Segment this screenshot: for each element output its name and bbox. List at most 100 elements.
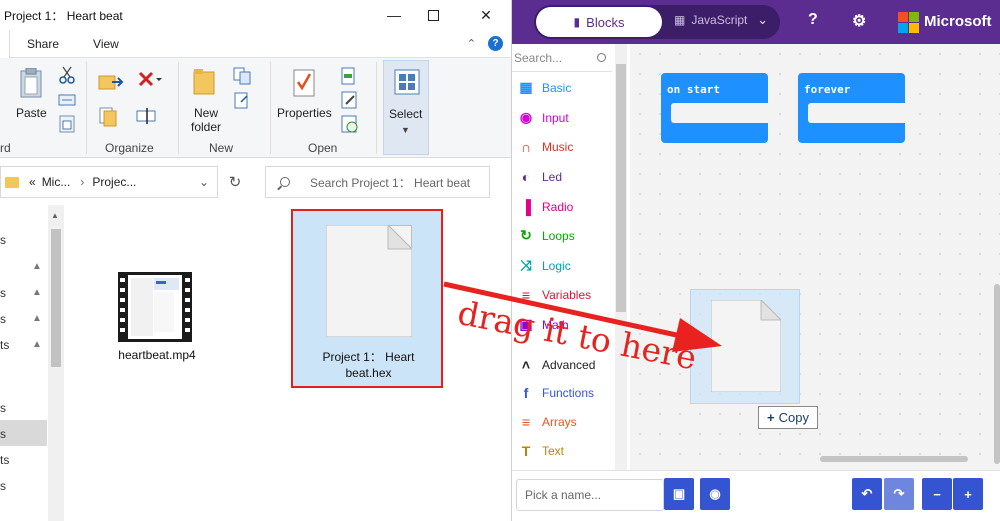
toolbox-category-advanced[interactable]: ˄ Advanced — [512, 350, 612, 379]
properties-icon[interactable] — [292, 68, 316, 98]
toolbox-category-label: Input — [542, 110, 569, 125]
paste-shortcut-icon[interactable] — [59, 115, 75, 133]
new-folder-icon[interactable] — [193, 68, 215, 96]
chevron-down-icon[interactable]: ⌄ — [199, 175, 209, 189]
new-item-icon[interactable] — [232, 66, 258, 86]
workspace-horizontal-scrollbar[interactable] — [820, 456, 968, 462]
dragged-file-ghost — [690, 289, 800, 404]
toolbox-category-basic[interactable]: ▦ Basic — [512, 73, 612, 102]
project-name-input[interactable]: Pick a name... — [516, 479, 664, 511]
nav-item[interactable]: ts — [0, 338, 9, 352]
toolbox-category-led[interactable]: ◐ Led — [512, 162, 612, 191]
toolbox-category-input[interactable]: ◉ Input — [512, 103, 612, 132]
nav-item[interactable]: s — [0, 479, 6, 493]
zoom-out-button[interactable]: − — [922, 478, 952, 510]
toolbox-category-label: Text — [542, 443, 565, 458]
file-name: Project 1： Heart beat.hex — [322, 350, 415, 380]
search-placeholder: Search Project 1： Heart beat — [310, 175, 471, 190]
toolbox-category-label: Led — [542, 169, 563, 184]
nav-item[interactable]: s — [0, 312, 6, 326]
collapse-ribbon-icon[interactable]: ⌃ — [467, 37, 476, 50]
toolbox-category-label: Logic — [542, 258, 571, 273]
github-button[interactable]: ◉ — [700, 478, 730, 510]
paste-icon[interactable] — [20, 67, 42, 98]
undo-button[interactable]: ↶ — [852, 478, 882, 510]
toolbox-category-label: Arrays — [542, 414, 577, 429]
save-button[interactable]: ▣ — [664, 478, 694, 510]
scrollbar-thumb[interactable] — [616, 64, 626, 312]
tab-home[interactable] — [0, 29, 10, 58]
scroll-up-icon[interactable]: ▲ — [51, 211, 59, 220]
paste-button-label[interactable]: Paste — [16, 106, 47, 120]
nav-item[interactable]: s — [0, 233, 6, 247]
edit-icon[interactable] — [340, 90, 360, 110]
help-icon[interactable]: ? — [808, 11, 818, 29]
properties-button-label[interactable]: Properties — [277, 106, 332, 120]
copy-to-icon[interactable] — [98, 106, 124, 128]
list-icon: ≡ — [521, 286, 531, 303]
toolbox-scrollbar[interactable] — [615, 44, 627, 470]
tab-share[interactable]: Share — [10, 37, 76, 51]
maximize-button[interactable] — [410, 0, 456, 30]
new-folder-button-label[interactable]: New folder — [186, 106, 226, 134]
toolbox-category-loops[interactable]: ↻ Loops — [512, 221, 612, 250]
nav-scrollbar[interactable]: ▲ — [48, 205, 64, 521]
select-button[interactable]: Select ▼ — [383, 60, 429, 155]
toolbox-category-label: Radio — [542, 199, 574, 214]
close-button[interactable]: ✕ — [463, 0, 509, 30]
search-icon — [597, 53, 606, 62]
gear-icon[interactable]: ⚙ — [852, 11, 866, 31]
breadcrumb-item[interactable]: Mic... — [42, 175, 71, 189]
cut-icon[interactable] — [58, 66, 76, 84]
toolbox-category-logic[interactable]: ⤨ Logic — [512, 251, 612, 280]
nav-item[interactable]: ts — [0, 453, 9, 467]
delete-icon[interactable] — [136, 70, 162, 90]
toolbox-category-functions[interactable]: f Functions — [512, 378, 612, 407]
refresh-button[interactable]: ↻ — [220, 166, 250, 198]
file-item-hex-selected[interactable]: Project 1： Heart beat.hex — [291, 209, 443, 388]
ribbon-tabs: Share View ⌃ ? — [0, 29, 511, 58]
breadcrumb-item[interactable]: Projec... — [92, 175, 136, 189]
nav-item-selected[interactable] — [0, 420, 47, 446]
rename-icon[interactable] — [136, 106, 158, 126]
zoom-in-button[interactable]: + — [953, 478, 983, 510]
toolbox-category-radio[interactable]: ▐ Radio — [512, 192, 612, 221]
tab-view[interactable]: View — [76, 37, 136, 51]
nav-item[interactable]: s — [0, 286, 6, 300]
easy-access-icon[interactable] — [232, 90, 258, 112]
nav-item[interactable]: s — [0, 401, 6, 415]
copy-path-icon[interactable] — [58, 93, 76, 107]
history-icon[interactable] — [340, 114, 360, 134]
toolbox-category-arrays[interactable]: ≡ Arrays — [512, 407, 612, 436]
search-input[interactable]: Search Project 1： Heart beat — [265, 166, 490, 198]
redo-button[interactable]: ↷ — [884, 478, 914, 510]
toolbox-search-input[interactable]: Search... — [512, 44, 612, 72]
toolbox-category-music[interactable]: ∩ Music — [512, 132, 612, 161]
blocks-mode-label: Blocks — [586, 14, 625, 30]
chevron-down-icon[interactable]: ⌄ — [757, 12, 768, 28]
shuffle-icon: ⤨ — [520, 257, 532, 273]
javascript-mode-button[interactable]: ▦ JavaScript — [674, 13, 747, 27]
workspace-vertical-scrollbar[interactable] — [994, 284, 1000, 464]
toolbox-category-text[interactable]: T Text — [512, 436, 612, 465]
scrollbar-thumb[interactable] — [51, 229, 61, 367]
ribbon: Paste rd Organize New folder New Propert… — [0, 58, 511, 158]
blocks-mode-button[interactable]: ▮ Blocks — [536, 7, 662, 37]
calculator-icon: ▣ — [519, 316, 533, 332]
move-to-icon[interactable] — [98, 72, 124, 92]
folder-icon — [5, 176, 19, 188]
address-bar[interactable]: « Mic... › Projec... ⌄ — [0, 166, 218, 198]
nav-item[interactable]: s — [0, 427, 6, 441]
open-icon[interactable] — [340, 66, 366, 86]
forever-block[interactable]: forever — [798, 73, 905, 143]
editor-mode-toggle[interactable]: ▮ Blocks ▦ JavaScript ⌄ — [534, 5, 780, 39]
video-file-icon — [118, 272, 192, 342]
makecode-editor: ▮ Blocks ▦ JavaScript ⌄ ? ⚙ Microsoft Se… — [512, 0, 1000, 521]
toolbox-category-variables[interactable]: ≡ Variables — [512, 280, 612, 309]
help-icon[interactable]: ? — [488, 36, 503, 51]
file-item-video[interactable]: heartbeat.mp4 — [100, 268, 210, 368]
breadcrumb-overflow[interactable]: « — [29, 175, 36, 189]
on-start-block[interactable]: on start — [661, 73, 768, 143]
input-icon: ◉ — [519, 109, 533, 125]
toolbox-category-math[interactable]: ▣ Math — [512, 310, 612, 339]
